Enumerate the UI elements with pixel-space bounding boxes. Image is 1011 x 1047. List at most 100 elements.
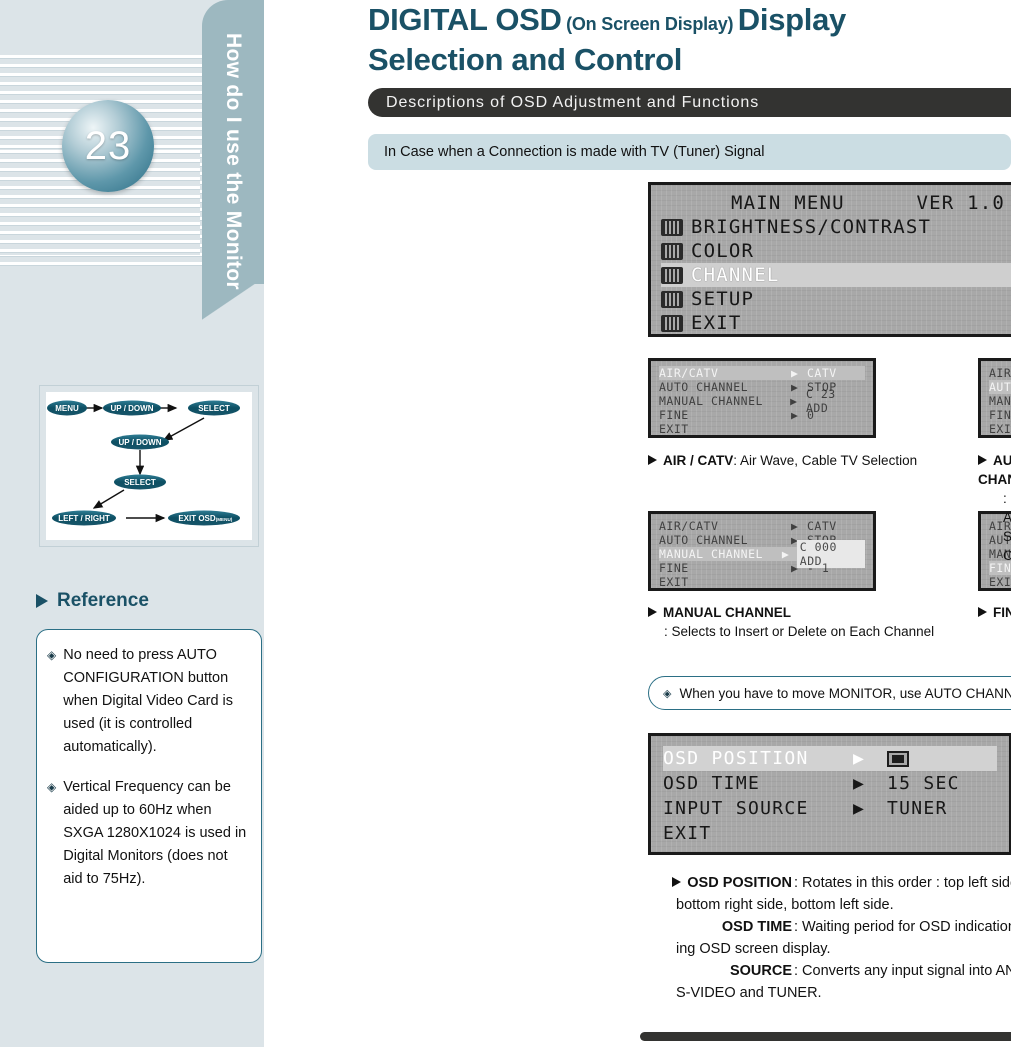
osd-row-value: TUNER xyxy=(887,798,948,819)
osd-row-value: 15 SEC xyxy=(887,773,960,794)
flow-node-label: SELECT xyxy=(124,478,156,487)
flow-node-label: LEFT / RIGHT xyxy=(58,514,110,523)
osd-row-key: MANUAL CHANNEL xyxy=(989,547,1011,561)
description-body: : Converts any input signal into ANALOG,… xyxy=(794,963,1011,979)
osd-panel-air-catv: AIR/CATV ▶ CATV AUTO CHANNEL ▶ STOP MANU… xyxy=(648,358,876,438)
osd-menu-item-label: COLOR xyxy=(691,240,755,262)
description-label: SOURCE xyxy=(729,963,792,979)
flow-node-label: SELECT xyxy=(198,404,230,413)
osd-menu-item-label: EXIT xyxy=(691,312,742,334)
osd-row-manual-channel: MANUAL CHANNEL ▶ C 000 ADD xyxy=(659,540,865,568)
description-label: OSD POSITION xyxy=(640,872,792,894)
osd-row-key: AIR/CATV xyxy=(989,366,1011,380)
description-body: : Waiting period for OSD indication when… xyxy=(794,919,1011,935)
osd-menu-item-color: COLOR xyxy=(661,239,1011,263)
flow-node-label: UP / DOWN xyxy=(111,404,154,413)
reference-item-text: No need to press AUTO CONFIGURATION butt… xyxy=(63,647,234,755)
osd-row-osd-time: OSD TIME ▶ 15 SEC xyxy=(663,771,997,796)
chevron-right-icon: ▶ xyxy=(781,547,790,561)
flow-node-updown-2: UP / DOWN xyxy=(111,434,169,450)
osd-row-fine: FINE ▶ 0 xyxy=(989,561,1011,575)
osd-menu-item-channel: CHANNEL xyxy=(661,263,1011,287)
diamond-bullet-icon: ◈ xyxy=(47,780,57,794)
description-continuation: S-VIDEO and TUNER. xyxy=(676,985,822,1001)
reference-heading: Reference xyxy=(36,590,149,612)
osd-menu-item-label: BRIGHTNESS/CONTRAST xyxy=(691,216,932,238)
chevron-right-icon: ▶ xyxy=(791,408,799,422)
reference-item: ◈ No need to press AUTO CONFIGURATION bu… xyxy=(47,644,249,759)
caption-title: AIR / CATV xyxy=(663,453,734,468)
osd-row-key: AIR/CATV xyxy=(659,519,719,533)
caption-subtext: : Selects to Insert or Delete on Each Ch… xyxy=(664,624,935,639)
exit-icon xyxy=(661,314,683,332)
osd-row-key: AIR/CATV xyxy=(659,366,719,380)
description-body: : Rotates in this order : top left side,… xyxy=(794,875,1011,891)
description-osd-position: OSD POSITION : Rotates in this order : t… xyxy=(640,872,1011,916)
flow-node-exit-osd: EXIT OSD (MENU) xyxy=(168,510,240,526)
diamond-bullet-icon: ◈ xyxy=(663,687,672,700)
osd-main-menu-version: VER 1.0 xyxy=(916,192,1005,214)
osd-row-key: AUTO CHANNEL xyxy=(989,380,1011,394)
flow-node-label: EXIT OSD xyxy=(178,514,216,523)
osd-row-key: FINE xyxy=(659,408,689,422)
triangle-right-icon xyxy=(978,455,987,466)
caption-text: : Air Wave, Cable TV Selection xyxy=(733,453,918,468)
osd-row-value: CATV xyxy=(807,366,837,380)
footer-rule xyxy=(640,1032,1011,1041)
chevron-right-icon: ▶ xyxy=(853,748,866,769)
chevron-right-icon: ▶ xyxy=(791,366,799,380)
reference-item-text: Vertical Frequency can be aided up to 60… xyxy=(63,779,247,887)
osd-row-key: AUTO CHANNEL xyxy=(659,533,749,547)
description-continuation: bottom right side, bottom left side. xyxy=(676,897,894,913)
osd-row-exit: EXIT xyxy=(659,422,865,435)
note-callout: ◈ When you have to move MONITOR, use AUT… xyxy=(648,676,1011,710)
triangle-right-icon xyxy=(978,607,987,618)
description-label: OSD TIME xyxy=(721,919,792,935)
osd-row-key: OSD TIME xyxy=(663,773,761,794)
osd-main-menu-title-left: MAIN MENU xyxy=(731,192,845,214)
osd-menu-item-label: SETUP xyxy=(691,288,755,310)
page-title-main: DIGITAL OSD xyxy=(368,2,562,37)
chevron-right-icon: ▶ xyxy=(853,773,866,794)
osd-navigation-flow-diagram: MENU UP / DOWN SELECT UP / DOWN SELECT L… xyxy=(39,385,259,547)
osd-row-key: EXIT xyxy=(989,575,1011,589)
osd-row-auto-channel: AUTO CHANNEL ▶ STOP xyxy=(989,533,1011,547)
chevron-right-icon: ▶ xyxy=(791,380,799,394)
caption-title: FINE xyxy=(993,605,1011,620)
flow-node-updown-1: UP / DOWN xyxy=(103,400,161,416)
osd-main-menu-screenshot: MAIN MENU VER 1.0 BRIGHTNESS/CONTRAST CO… xyxy=(648,182,1011,337)
caption-air-catv: AIR / CATV: Air Wave, Cable TV Selection xyxy=(648,451,917,470)
osd-row-air-catv: AIR/CATV ▶ CATV xyxy=(659,366,865,380)
page-title-parenthetical: (On Screen Display) xyxy=(566,14,734,34)
description-source: SOURCE : Converts any input signal into … xyxy=(640,960,1011,1004)
page-number-badge: 23 xyxy=(62,100,154,192)
flow-node-label: UP / DOWN xyxy=(119,438,162,447)
osd-row-manual-channel: MANUAL CHANNEL ▶ C 23 ADD xyxy=(989,394,1011,408)
osd-row-key: EXIT xyxy=(989,422,1011,436)
osd-menu-item-exit: EXIT xyxy=(661,311,1011,334)
reference-box: ◈ No need to press AUTO CONFIGURATION bu… xyxy=(36,629,262,963)
flow-node-select-1: SELECT xyxy=(188,400,240,416)
main-content: DIGITAL OSD (On Screen Display) Display … xyxy=(264,0,1011,1047)
triangle-right-icon xyxy=(36,594,48,608)
section-header-bar: Descriptions of OSD Adjustment and Funct… xyxy=(368,88,1011,117)
osd-row-manual-channel: MANUAL CHANNEL ▶ C 30 ADD xyxy=(989,547,1011,561)
brightness-icon xyxy=(661,218,683,236)
flow-node-leftright: LEFT / RIGHT xyxy=(52,510,116,526)
osd-row-fine: FINE ▶ 0 xyxy=(989,408,1011,422)
osd-menu-item-label: CHANNEL xyxy=(691,264,780,286)
osd-main-menu-titlebar: MAIN MENU VER 1.0 xyxy=(661,191,1011,215)
page-title: DIGITAL OSD (On Screen Display) Display … xyxy=(368,2,988,78)
color-icon xyxy=(661,242,683,260)
osd-row-exit: EXIT xyxy=(663,821,997,846)
diamond-bullet-icon: ◈ xyxy=(47,648,57,662)
page-number-label: 23 xyxy=(84,123,132,168)
section-header-label: Descriptions of OSD Adjustment and Funct… xyxy=(386,93,760,111)
osd-menu-item-label: TUNER xyxy=(691,336,754,337)
caption-manual-channel: MANUAL CHANNEL : Selects to Insert or De… xyxy=(648,603,934,641)
osd-row-key: EXIT xyxy=(659,575,689,589)
page-title-tail: Display xyxy=(737,2,846,37)
chevron-right-icon: ▶ xyxy=(853,798,866,819)
caption-fine: FINE: Any Noise Occurred on Display is H… xyxy=(978,603,1011,641)
osd-menu-item-brightness-contrast: BRIGHTNESS/CONTRAST xyxy=(661,215,1011,239)
